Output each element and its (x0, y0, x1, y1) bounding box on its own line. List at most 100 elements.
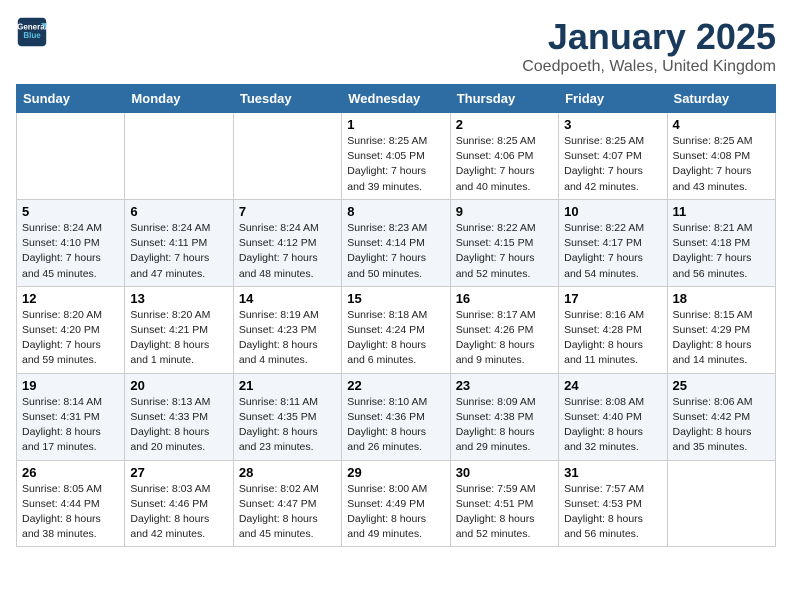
day-number: 31 (564, 465, 661, 480)
day-header-tuesday: Tuesday (233, 85, 341, 113)
day-info: Sunrise: 8:09 AMSunset: 4:38 PMDaylight:… (456, 395, 553, 456)
title-block: January 2025 Coedpoeth, Wales, United Ki… (522, 16, 776, 76)
empty-cell (233, 113, 341, 200)
day-info: Sunrise: 8:24 AMSunset: 4:12 PMDaylight:… (239, 221, 336, 282)
day-number: 2 (456, 117, 553, 132)
day-header-wednesday: Wednesday (342, 85, 450, 113)
day-number: 16 (456, 291, 553, 306)
day-cell-21: 21 Sunrise: 8:11 AMSunset: 4:35 PMDayligh… (233, 373, 341, 460)
day-number: 4 (673, 117, 770, 132)
day-info: Sunrise: 8:25 AMSunset: 4:05 PMDaylight:… (347, 134, 444, 195)
day-info: Sunrise: 8:19 AMSunset: 4:23 PMDaylight:… (239, 308, 336, 369)
day-number: 21 (239, 378, 336, 393)
day-cell-11: 11Sunrise: 8:21 AMSunset: 4:18 PMDayligh… (667, 199, 775, 286)
day-info: Sunrise: 8:08 AMSunset: 4:40 PMDaylight:… (564, 395, 661, 456)
day-cell-27: 27 Sunrise: 8:03 AMSunset: 4:46 PMDayligh… (125, 460, 233, 547)
logo: General Blue (16, 16, 48, 48)
day-info: Sunrise: 8:25 AMSunset: 4:06 PMDaylight:… (456, 134, 553, 195)
day-number: 25 (673, 378, 770, 393)
day-number: 10 (564, 204, 661, 219)
day-cell-18: 18 Sunrise: 8:15 AMSunset: 4:29 PMDayligh… (667, 286, 775, 373)
day-cell-10: 10 Sunrise: 8:22 AMSunset: 4:17 PMDayligh… (559, 199, 667, 286)
day-info: Sunrise: 8:24 AMSunset: 4:11 PMDaylight:… (130, 221, 227, 282)
day-number: 20 (130, 378, 227, 393)
day-header-monday: Monday (125, 85, 233, 113)
day-cell-9: 9 Sunrise: 8:22 AMSunset: 4:15 PMDaylight… (450, 199, 558, 286)
day-cell-12: 12 Sunrise: 8:20 AMSunset: 4:20 PMDayligh… (17, 286, 125, 373)
day-number: 18 (673, 291, 770, 306)
day-cell-8: 8Sunrise: 8:23 AMSunset: 4:14 PMDaylight… (342, 199, 450, 286)
day-cell-2: 2 Sunrise: 8:25 AMSunset: 4:06 PMDaylight… (450, 113, 558, 200)
day-info: Sunrise: 7:57 AMSunset: 4:53 PMDaylight:… (564, 482, 661, 543)
day-number: 5 (22, 204, 119, 219)
week-row-4: 19 Sunrise: 8:14 AMSunset: 4:31 PMDayligh… (17, 373, 776, 460)
day-number: 24 (564, 378, 661, 393)
day-cell-17: 17Sunrise: 8:16 AMSunset: 4:28 PMDayligh… (559, 286, 667, 373)
week-row-2: 5Sunrise: 8:24 AMSunset: 4:10 PMDaylight… (17, 199, 776, 286)
day-number: 3 (564, 117, 661, 132)
page-header: General Blue January 2025 Coedpoeth, Wal… (16, 16, 776, 76)
day-info: Sunrise: 8:06 AMSunset: 4:42 PMDaylight:… (673, 395, 770, 456)
day-cell-6: 6 Sunrise: 8:24 AMSunset: 4:11 PMDaylight… (125, 199, 233, 286)
day-info: Sunrise: 8:22 AMSunset: 4:17 PMDaylight:… (564, 221, 661, 282)
day-info: Sunrise: 8:13 AMSunset: 4:33 PMDaylight:… (130, 395, 227, 456)
day-cell-22: 22 Sunrise: 8:10 AMSunset: 4:36 PMDayligh… (342, 373, 450, 460)
empty-cell (17, 113, 125, 200)
day-info: Sunrise: 8:18 AMSunset: 4:24 PMDaylight:… (347, 308, 444, 369)
day-info: Sunrise: 8:11 AMSunset: 4:35 PMDaylight:… (239, 395, 336, 456)
day-cell-16: 16 Sunrise: 8:17 AMSunset: 4:26 PMDayligh… (450, 286, 558, 373)
day-cell-20: 20 Sunrise: 8:13 AMSunset: 4:33 PMDayligh… (125, 373, 233, 460)
day-number: 22 (347, 378, 444, 393)
day-info: Sunrise: 8:14 AMSunset: 4:31 PMDaylight:… (22, 395, 119, 456)
week-row-3: 12 Sunrise: 8:20 AMSunset: 4:20 PMDayligh… (17, 286, 776, 373)
day-number: 1 (347, 117, 444, 132)
day-cell-3: 3 Sunrise: 8:25 AMSunset: 4:07 PMDaylight… (559, 113, 667, 200)
day-number: 12 (22, 291, 119, 306)
day-cell-13: 13Sunrise: 8:20 AMSunset: 4:21 PMDayligh… (125, 286, 233, 373)
day-number: 13 (130, 291, 227, 306)
day-number: 30 (456, 465, 553, 480)
day-cell-19: 19 Sunrise: 8:14 AMSunset: 4:31 PMDayligh… (17, 373, 125, 460)
empty-cell (125, 113, 233, 200)
day-info: Sunrise: 8:21 AMSunset: 4:18 PMDaylight:… (673, 221, 770, 282)
svg-text:Blue: Blue (23, 31, 41, 40)
day-cell-30: 30 Sunrise: 7:59 AMSunset: 4:51 PMDayligh… (450, 460, 558, 547)
day-number: 7 (239, 204, 336, 219)
day-cell-28: 28 Sunrise: 8:02 AMSunset: 4:47 PMDayligh… (233, 460, 341, 547)
day-info: Sunrise: 8:03 AMSunset: 4:46 PMDaylight:… (130, 482, 227, 543)
day-info: Sunrise: 8:25 AMSunset: 4:07 PMDaylight:… (564, 134, 661, 195)
day-header-sunday: Sunday (17, 85, 125, 113)
day-info: Sunrise: 8:17 AMSunset: 4:26 PMDaylight:… (456, 308, 553, 369)
day-cell-31: 31 Sunrise: 7:57 AMSunset: 4:53 PMDayligh… (559, 460, 667, 547)
day-number: 28 (239, 465, 336, 480)
day-info: Sunrise: 8:05 AMSunset: 4:44 PMDaylight:… (22, 482, 119, 543)
day-number: 19 (22, 378, 119, 393)
day-number: 9 (456, 204, 553, 219)
day-cell-15: 15 Sunrise: 8:18 AMSunset: 4:24 PMDayligh… (342, 286, 450, 373)
empty-cell (667, 460, 775, 547)
day-info: Sunrise: 8:02 AMSunset: 4:47 PMDaylight:… (239, 482, 336, 543)
day-number: 23 (456, 378, 553, 393)
day-cell-1: 1 Sunrise: 8:25 AMSunset: 4:05 PMDaylight… (342, 113, 450, 200)
day-info: Sunrise: 7:59 AMSunset: 4:51 PMDaylight:… (456, 482, 553, 543)
day-info: Sunrise: 8:20 AMSunset: 4:20 PMDaylight:… (22, 308, 119, 369)
day-header-row: SundayMondayTuesdayWednesdayThursdayFrid… (17, 85, 776, 113)
logo-icon: General Blue (16, 16, 48, 48)
day-number: 15 (347, 291, 444, 306)
day-cell-24: 24 Sunrise: 8:08 AMSunset: 4:40 PMDayligh… (559, 373, 667, 460)
day-info: Sunrise: 8:10 AMSunset: 4:36 PMDaylight:… (347, 395, 444, 456)
day-info: Sunrise: 8:15 AMSunset: 4:29 PMDaylight:… (673, 308, 770, 369)
day-number: 27 (130, 465, 227, 480)
day-number: 26 (22, 465, 119, 480)
day-cell-5: 5Sunrise: 8:24 AMSunset: 4:10 PMDaylight… (17, 199, 125, 286)
day-header-saturday: Saturday (667, 85, 775, 113)
calendar-title: January 2025 (522, 16, 776, 58)
day-number: 29 (347, 465, 444, 480)
day-cell-26: 26 Sunrise: 8:05 AMSunset: 4:44 PMDayligh… (17, 460, 125, 547)
day-number: 14 (239, 291, 336, 306)
day-cell-25: 25 Sunrise: 8:06 AMSunset: 4:42 PMDayligh… (667, 373, 775, 460)
day-number: 6 (130, 204, 227, 219)
day-header-thursday: Thursday (450, 85, 558, 113)
day-cell-14: 14 Sunrise: 8:19 AMSunset: 4:23 PMDayligh… (233, 286, 341, 373)
day-info: Sunrise: 8:22 AMSunset: 4:15 PMDaylight:… (456, 221, 553, 282)
